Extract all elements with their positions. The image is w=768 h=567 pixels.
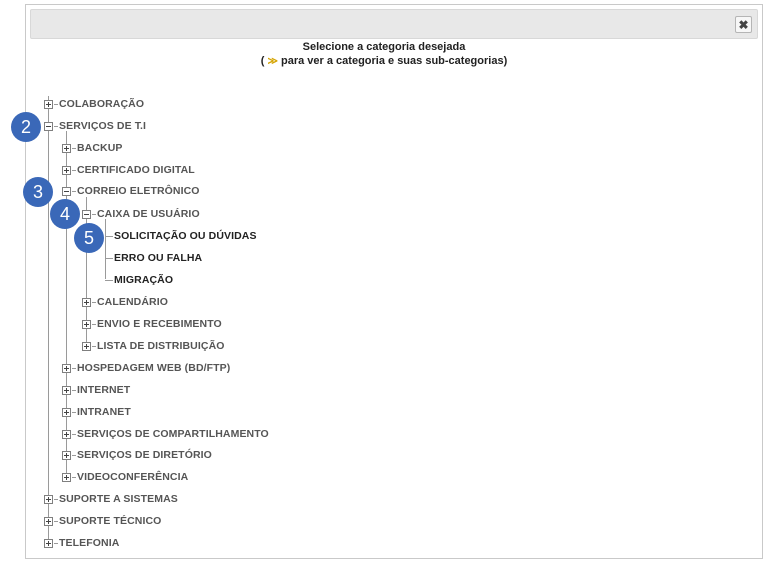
tree-connector (72, 190, 76, 192)
collapse-icon[interactable] (44, 121, 53, 131)
tree-line-servicos (66, 131, 67, 476)
tree-item-backup[interactable]: BACKUP (62, 141, 123, 155)
expand-icon[interactable] (82, 297, 91, 307)
tree-item-label: CALENDÁRIO (97, 296, 168, 308)
tree-connector (54, 498, 58, 500)
tree-connector (105, 279, 113, 281)
expand-icon[interactable] (44, 538, 53, 548)
step-badge-5: 5 (74, 223, 104, 253)
tree-connector (72, 389, 76, 391)
tree-connector (105, 235, 113, 237)
tree-item-label: VIDEOCONFERÊNCIA (77, 471, 189, 483)
tree-connector (72, 433, 76, 435)
expand-icon[interactable] (62, 143, 71, 153)
tree-item-servicos-ti[interactable]: SERVIÇOS DE T.I (44, 119, 146, 133)
tree-connector (92, 301, 96, 303)
tree-item-suporte-a-sistemas[interactable]: SUPORTE A SISTEMAS (44, 492, 178, 506)
expand-icon[interactable] (62, 165, 71, 175)
tree-item-label: INTERNET (77, 384, 131, 396)
tree-item-erro-ou-falha[interactable]: ERRO OU FALHA (105, 251, 202, 265)
tree-item-label: COLABORAÇÃO (59, 98, 145, 110)
tree-item-label: MIGRAÇÃO (114, 274, 174, 286)
tree-item-videoconferencia[interactable]: VIDEOCONFERÊNCIA (62, 470, 188, 484)
tree-connector (54, 103, 58, 105)
tree-item-calendario[interactable]: CALENDÁRIO (82, 295, 168, 309)
tree-item-certificado-digital[interactable]: CERTIFICADO DIGITAL (62, 163, 195, 177)
tree-connector (54, 125, 58, 127)
tree-item-label: INTRANET (77, 406, 131, 418)
tree-item-telefonia[interactable]: TELEFONIA (44, 536, 119, 550)
tree-item-label: CERTIFICADO DIGITAL (77, 164, 195, 176)
tree-item-migracao[interactable]: MIGRAÇÃO (105, 273, 173, 287)
tree-connector (72, 147, 76, 149)
tree-item-internet[interactable]: INTERNET (62, 383, 130, 397)
expand-icon[interactable] (62, 363, 71, 373)
tree-item-intranet[interactable]: INTRANET (62, 405, 131, 419)
tree-item-label: HOSPEDAGEM WEB (BD/FTP) (77, 362, 231, 374)
tree-item-label: TELEFONIA (59, 537, 120, 549)
tree-line-caixa (105, 219, 106, 279)
tree-connector (54, 520, 58, 522)
tree-connector (72, 169, 76, 171)
tree-connector (92, 345, 96, 347)
tree-item-label: LISTA DE DISTRIBUIÇÃO (97, 340, 225, 352)
tree-item-hospedagem-web[interactable]: HOSPEDAGEM WEB (BD/FTP) (62, 361, 230, 375)
collapse-icon[interactable] (62, 186, 71, 196)
tree-item-label: SERVIÇOS DE DIRETÓRIO (77, 449, 212, 461)
tree-connector (72, 476, 76, 478)
tree-item-label: SERVIÇOS DE COMPARTILHAMENTO (77, 428, 269, 440)
tree-item-envio-e-recebimento[interactable]: ENVIO E RECEBIMENTO (82, 317, 222, 331)
tree-item-label: SOLICITAÇÃO OU DÚVIDAS (114, 230, 257, 242)
expand-icon[interactable] (62, 450, 71, 460)
tree-item-label: CORREIO ELETRÔNICO (77, 185, 200, 197)
tree-connector (92, 213, 96, 215)
step-badge-4: 4 (50, 199, 80, 229)
step-badge-3: 3 (23, 177, 53, 207)
tree-item-servicos-de-compartilhamento[interactable]: SERVIÇOS DE COMPARTILHAMENTO (62, 427, 269, 441)
tree-item-label: SERVIÇOS DE T.I (59, 120, 147, 132)
expand-icon[interactable] (62, 407, 71, 417)
expand-icon[interactable] (44, 99, 53, 109)
tree-item-label: CAIXA DE USUÁRIO (97, 208, 200, 220)
tree-item-caixa-de-usuario[interactable]: CAIXA DE USUÁRIO (82, 207, 200, 221)
tree-item-solicitacao-ou-duvidas[interactable]: SOLICITAÇÃO OU DÚVIDAS (105, 229, 257, 243)
expand-icon[interactable] (62, 472, 71, 482)
category-tree: COLABORAÇÃO SERVIÇOS DE T.I BACKUP CERTI… (0, 0, 768, 567)
expand-icon[interactable] (82, 319, 91, 329)
tree-item-label: SUPORTE TÉCNICO (59, 515, 162, 527)
tree-item-label: ENVIO E RECEBIMENTO (97, 318, 222, 330)
tree-connector (92, 323, 96, 325)
expand-icon[interactable] (62, 385, 71, 395)
tree-item-label: SUPORTE A SISTEMAS (59, 493, 178, 505)
tree-connector (72, 367, 76, 369)
tree-item-label: ERRO OU FALHA (114, 252, 203, 264)
step-badge-2: 2 (11, 112, 41, 142)
collapse-icon[interactable] (82, 209, 91, 219)
tree-line-root (48, 96, 49, 542)
tree-item-suporte-tecnico[interactable]: SUPORTE TÉCNICO (44, 514, 161, 528)
tree-connector (54, 542, 58, 544)
tree-item-label: BACKUP (77, 142, 123, 154)
tree-item-servicos-de-diretorio[interactable]: SERVIÇOS DE DIRETÓRIO (62, 448, 212, 462)
tree-item-correio-eletronico[interactable]: CORREIO ELETRÔNICO (62, 184, 200, 198)
tree-connector (105, 257, 113, 259)
tree-item-colaboracao[interactable]: COLABORAÇÃO (44, 97, 144, 111)
tree-connector (72, 411, 76, 413)
tree-item-lista-de-distribuicao[interactable]: LISTA DE DISTRIBUIÇÃO (82, 339, 225, 353)
expand-icon[interactable] (82, 341, 91, 351)
expand-icon[interactable] (44, 516, 53, 526)
expand-icon[interactable] (62, 429, 71, 439)
expand-icon[interactable] (44, 494, 53, 504)
tree-connector (72, 454, 76, 456)
